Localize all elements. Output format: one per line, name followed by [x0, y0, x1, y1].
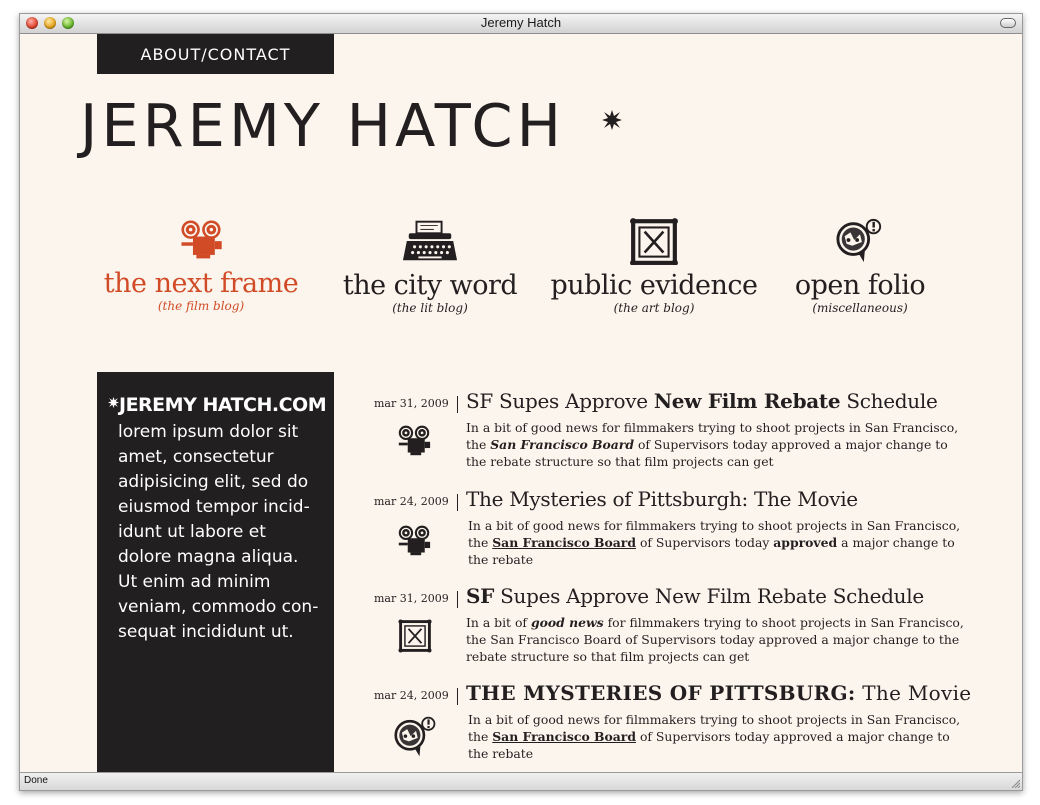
blog-link-public-evidence[interactable]: public evidence (the art blog) — [549, 217, 759, 315]
post-title-link[interactable]: The Mysteries of Pittsburgh: The Movie — [466, 487, 858, 511]
sidebar-text-line: veniam, commodo con- — [118, 597, 319, 617]
board-link[interactable]: San Francisco Board — [492, 729, 636, 744]
divider — [457, 396, 458, 413]
post-date: mar 24, 2009 — [374, 495, 449, 508]
post-excerpt: In a bit of good news for filmmakers try… — [466, 615, 964, 664]
blog-name: the next frame — [103, 268, 299, 299]
film-projector-icon — [398, 425, 431, 456]
status-bar: Done — [20, 772, 1022, 790]
sidebar-text-line: amet, consectetur — [118, 447, 274, 467]
blog-name: public evidence — [550, 270, 758, 301]
about-contact-button[interactable]: ABOUT/CONTACT — [97, 34, 334, 74]
post-title-link[interactable]: SF Supes Approve New Film Rebate Schedul… — [466, 389, 938, 413]
divider — [457, 591, 458, 608]
site-title[interactable]: JEREMY HATCH — [80, 96, 565, 155]
blog-subtitle: (miscellaneous) — [812, 301, 908, 315]
star-icon — [108, 397, 119, 408]
sidebar-title: JEREMY HATCH.COM — [119, 394, 327, 416]
film-projector-icon — [180, 219, 223, 260]
speech-bubble-icon — [836, 218, 882, 264]
blog-subtitle: (the lit blog) — [392, 301, 468, 315]
post-date: mar 31, 2009 — [374, 592, 449, 605]
post-date: mar 31, 2009 — [374, 397, 449, 410]
sidebar-text-line: adipisicing elit, sed do — [118, 472, 309, 492]
blog-link-open-folio[interactable]: open folio (miscellaneous) — [785, 217, 935, 315]
blog-name: the city word — [342, 270, 518, 301]
post-date: mar 24, 2009 — [374, 689, 449, 702]
sidebar-text-line: idunt ut labore et — [118, 522, 266, 542]
sidebar-text-line: sequat incididunt ut. — [118, 622, 294, 642]
typewriter-icon — [402, 220, 458, 262]
divider — [457, 688, 458, 705]
blog-link-the-city-word[interactable]: the city word (the lit blog) — [335, 217, 525, 315]
picture-frame-icon — [397, 618, 433, 654]
blog-link-the-next-frame[interactable]: the next frame (the film blog) — [103, 217, 299, 313]
post-title-link[interactable]: THE MYSTERIES OF PITTSBURG: The Movie — [466, 681, 971, 705]
post-title-link[interactable]: SF Supes Approve New Film Rebate Schedul… — [466, 584, 924, 608]
post-excerpt: In a bit of good news for filmmakers try… — [466, 420, 959, 469]
blog-subtitle: (the art blog) — [613, 301, 695, 315]
film-projector-icon — [398, 525, 431, 556]
sidebar-text-line: dolore magna aliqua. — [118, 547, 299, 567]
sidebar-text-line: eiusmod tempor incid- — [118, 497, 310, 517]
sidebar: JEREMY HATCH.COM lorem ipsum dolor sit a… — [97, 372, 334, 772]
resize-grip-icon[interactable] — [1010, 778, 1020, 788]
toolbar-toggle-button[interactable] — [1000, 18, 1016, 28]
window-titlebar[interactable]: Jeremy Hatch — [20, 14, 1022, 34]
page-content: ABOUT/CONTACT JEREMY HATCH the next fram… — [20, 34, 1022, 772]
post-excerpt: In a bit of good news for filmmakers try… — [468, 712, 961, 761]
blog-name: open folio — [794, 270, 926, 301]
sidebar-text: lorem ipsum dolor sit amet, consectetur … — [118, 420, 328, 645]
divider — [457, 494, 458, 511]
sidebar-text-line: lorem ipsum dolor sit — [118, 422, 299, 442]
board-link[interactable]: San Francisco Board — [492, 535, 636, 550]
blog-subtitle: (the film blog) — [157, 299, 245, 313]
picture-frame-icon — [629, 217, 679, 265]
speech-bubble-icon — [394, 716, 436, 758]
status-text: Done — [24, 775, 48, 786]
browser-window: Jeremy Hatch ABOUT/CONTACT JEREMY HATCH … — [19, 13, 1023, 791]
post-excerpt: In a bit of good news for filmmakers try… — [468, 518, 961, 567]
star-icon — [602, 110, 622, 130]
sidebar-text-line: Ut enim ad minim — [118, 572, 271, 592]
window-title: Jeremy Hatch — [480, 15, 562, 30]
